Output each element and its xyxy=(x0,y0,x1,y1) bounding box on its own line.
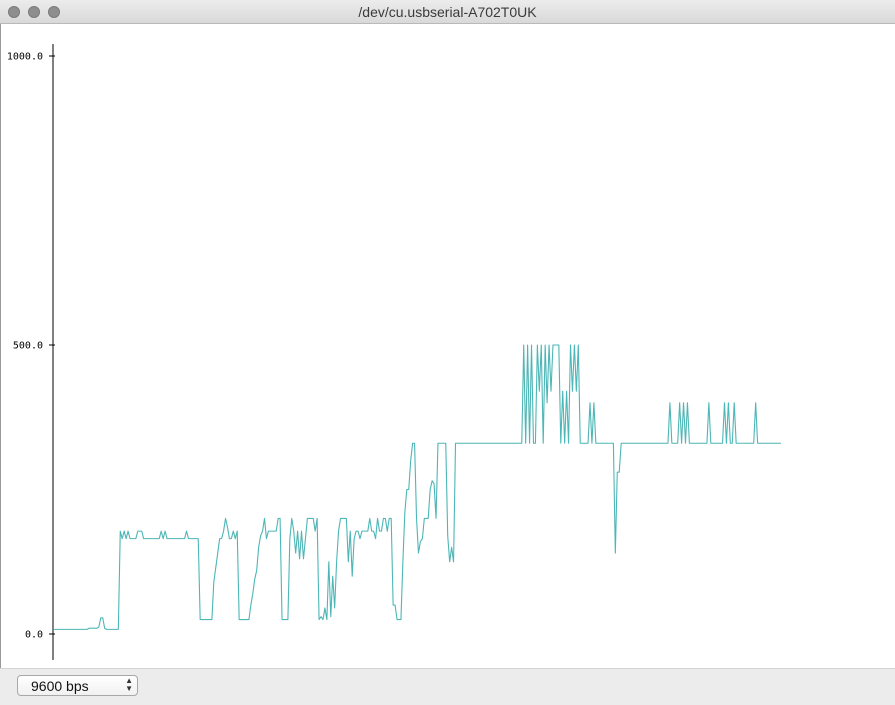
window-titlebar: /dev/cu.usbserial-A702T0UK xyxy=(0,0,895,24)
baud-rate-value: 9600 bps xyxy=(31,678,89,694)
serial-plot: 0.0 500.0 1000.0 xyxy=(7,44,781,660)
plot-area: 0.0 500.0 1000.0 xyxy=(0,24,895,668)
y-tick-label: 0.0 xyxy=(25,630,43,641)
baud-rate-select[interactable]: 9600 bps ▲ ▼ xyxy=(17,675,138,696)
y-tick-label: 500.0 xyxy=(13,341,43,352)
window-title: /dev/cu.usbserial-A702T0UK xyxy=(358,4,537,20)
y-tick-label: 1000.0 xyxy=(7,52,43,63)
series-line xyxy=(54,344,781,630)
updown-arrows-icon: ▲ ▼ xyxy=(125,676,133,693)
